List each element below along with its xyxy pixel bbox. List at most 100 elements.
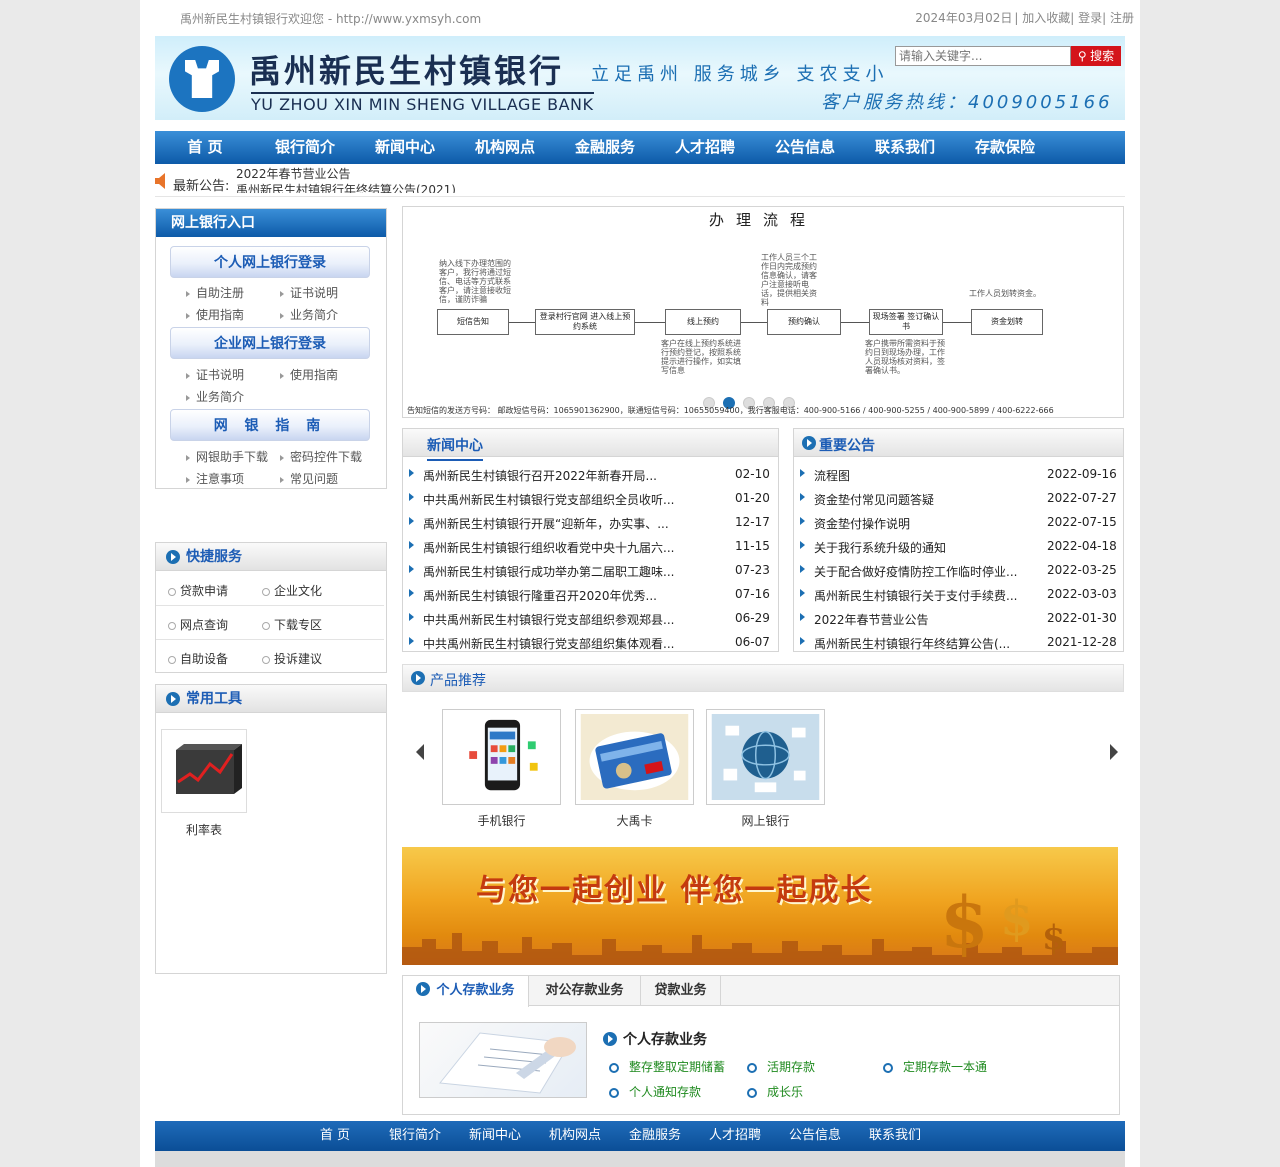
footer-notices[interactable]: 公告信息 [775,1121,855,1151]
link-business-intro[interactable]: 业务简介 [280,306,338,323]
link-fixed-deposit[interactable]: 整存整取定期储蓄 [609,1058,725,1075]
footer-bottom [155,1151,1125,1167]
link-cert-info[interactable]: 证书说明 [280,284,338,301]
quick-loan-apply[interactable]: 贷款申请 [168,582,228,599]
nav-jobs[interactable]: 人才招聘 [655,131,755,164]
personal-ebank-login[interactable]: 个人网上银行登录 [170,246,370,278]
news-item-title: 禹州新民生村镇银行开展“迎新年，办实事、... [423,517,669,531]
link-assistant-download[interactable]: 网银助手下载 [186,448,268,465]
announce-item[interactable]: 关于我行系统升级的通知 2022-04-18 [794,534,1123,558]
announce-item[interactable]: 关于配合做好疫情防控工作临时停业... 2022-03-25 [794,558,1123,582]
news-item[interactable]: 禹州新民生村镇银行成功举办第二届职工趣味... 07-23 [403,558,778,582]
nav-branches[interactable]: 机构网点 [455,131,555,164]
link-faq[interactable]: 常见问题 [280,470,338,487]
tab-loans[interactable]: 贷款业务 [641,976,721,1006]
announce-item[interactable]: 禹州新民生村镇银行年终结算公告(... 2021-12-28 [794,630,1123,654]
news-item[interactable]: 禹州新民生村镇银行召开2022年新春开局... 02-10 [403,462,778,486]
quick-downloads[interactable]: 下载专区 [262,616,322,633]
tab-corporate-deposit[interactable]: 对公存款业务 [529,976,641,1006]
footer-contact[interactable]: 联系我们 [855,1121,935,1151]
quick-complaint[interactable]: 投诉建议 [262,650,322,667]
prev-arrow-icon[interactable] [416,744,424,760]
deposit-tabs: 个人存款业务 对公存款业务 贷款业务 个人存款业务 整存整取定期储蓄 活期存款 … [402,975,1120,1115]
quick-branch-search[interactable]: 网点查询 [168,616,228,633]
link-corp-cert-info[interactable]: 证书说明 [186,366,244,383]
nav-contact[interactable]: 联系我们 [855,131,955,164]
news-item[interactable]: 禹州新民生村镇银行组织收看党中央十九届六... 11-15 [403,534,778,558]
nav-about[interactable]: 银行简介 [255,131,355,164]
add-favorite-link[interactable]: 加入收藏 [1022,11,1070,25]
search-button-label: 搜索 [1090,49,1115,63]
footer-finance[interactable]: 金融服务 [615,1121,695,1151]
footer-home[interactable]: 首 页 [295,1121,375,1151]
news-item[interactable]: 禹州新民生村镇银行开展“迎新年，办实事、... 12-17 [403,510,778,534]
nav-deposit-insurance[interactable]: 存款保险 [955,131,1055,164]
news-item[interactable]: 中共禹州新民生村镇银行党支部组织集体观看... 06-07 [403,630,778,654]
link-corp-user-guide[interactable]: 使用指南 [280,366,338,383]
news-item-title: 禹州新民生村镇银行成功举办第二届职工趣味... [423,565,675,579]
quick-row: 贷款申请 企业文化 [156,572,384,606]
announce-item[interactable]: 资金垫付常见问题答疑 2022-07-27 [794,486,1123,510]
announce-item-title: 资金垫付操作说明 [814,517,911,531]
news-item-date: 06-29 [735,611,770,625]
footer-about[interactable]: 银行简介 [375,1121,455,1151]
svg-text:$: $ [1000,891,1033,947]
news-title[interactable]: 新闻中心 [427,435,483,461]
link-growth-plan[interactable]: 成长乐 [747,1083,803,1100]
announce-item-title: 流程图 [814,469,851,483]
ebank-guide[interactable]: 网 银 指 南 [170,409,370,441]
quick-culture[interactable]: 企业文化 [262,582,322,599]
product-online-banking[interactable] [706,709,825,805]
quick-service-panel: 快捷服务 贷款申请 企业文化 网点查询 下载专区 自助设备 投诉建议 [155,542,387,673]
bank-logo-icon[interactable] [169,46,235,112]
announce-item[interactable]: 2022年春节营业公告 2022-01-30 [794,606,1123,630]
link-corp-business-intro[interactable]: 业务简介 [186,388,244,405]
nav-home[interactable]: 首 页 [155,131,255,164]
footer-branches[interactable]: 机构网点 [535,1121,615,1151]
next-arrow-icon[interactable] [1110,744,1118,760]
announce-title[interactable]: 重要公告 [819,435,875,455]
notice-item[interactable]: 禹州新民生村镇银行年终结算公告(2021) [236,183,456,193]
arrow-circle-icon [166,692,180,706]
tools-title: 常用工具 [156,685,386,713]
product-dayu-card[interactable] [575,709,694,805]
quick-self-service[interactable]: 自助设备 [168,650,228,667]
link-user-guide[interactable]: 使用指南 [186,306,244,323]
notice-item[interactable]: 2022年春节营业公告 [236,167,456,181]
news-item-title: 中共禹州新民生村镇银行党支部组织参观郑县... [423,613,675,627]
link-demand-deposit[interactable]: 活期存款 [747,1058,815,1075]
search-button[interactable]: ⚲ 搜索 [1071,46,1121,66]
footer-news[interactable]: 新闻中心 [455,1121,535,1151]
tab-personal-deposit[interactable]: 个人存款业务 [403,976,529,1007]
search-icon: ⚲ [1077,49,1087,63]
link-notes[interactable]: 注意事项 [186,470,244,487]
process-slider[interactable]: 办理流程 短信告知 登录村行官网 进入线上预约系统 线上预约 预约确认 现场签署… [402,206,1124,418]
arrow-circle-icon [802,436,816,450]
promo-banner[interactable]: 与您一起创业 伴您一起成长 $ $ $ [402,847,1118,965]
product-mobile-banking[interactable] [442,709,561,805]
flow-note: 工作人员划转资金。 [969,289,1041,298]
product-caption: 网上银行 [741,814,790,828]
link-self-register[interactable]: 自助注册 [186,284,244,301]
svg-text:$: $ [1042,918,1066,957]
link-password-control-download[interactable]: 密码控件下载 [280,448,362,465]
nav-notices[interactable]: 公告信息 [755,131,855,164]
nav-finance[interactable]: 金融服务 [555,131,655,164]
news-item[interactable]: 中共禹州新民生村镇银行党支部组织参观郑县... 06-29 [403,606,778,630]
news-item[interactable]: 中共禹州新民生村镇银行党支部组织全员收听... 01-20 [403,486,778,510]
search-input[interactable] [895,46,1071,66]
link-fixed-passbook[interactable]: 定期存款一本通 [883,1058,987,1075]
nav-news[interactable]: 新闻中心 [355,131,455,164]
announce-item[interactable]: 资金垫付操作说明 2022-07-15 [794,510,1123,534]
news-item[interactable]: 禹州新民生村镇银行隆重召开2020年优秀... 07-16 [403,582,778,606]
login-link[interactable]: 登录 [1078,11,1102,25]
corporate-ebank-login[interactable]: 企业网上银行登录 [170,327,370,359]
announce-item[interactable]: 禹州新民生村镇银行关于支付手续费... 2022-03-03 [794,582,1123,606]
top-bar: 禹州新民生村镇银行欢迎您 - http://www.yxmsyh.com 202… [140,0,1140,34]
footer-jobs[interactable]: 人才招聘 [695,1121,775,1151]
news-panel: 新闻中心 禹州新民生村镇银行召开2022年新春开局... 02-10 中共禹州新民… [402,428,779,652]
slogan: 立足禹州 服务城乡 支农支小 [591,64,889,85]
register-link[interactable]: 注册 [1110,11,1134,25]
announce-item[interactable]: 流程图 2022-09-16 [794,462,1123,486]
link-notice-deposit[interactable]: 个人通知存款 [609,1083,701,1100]
